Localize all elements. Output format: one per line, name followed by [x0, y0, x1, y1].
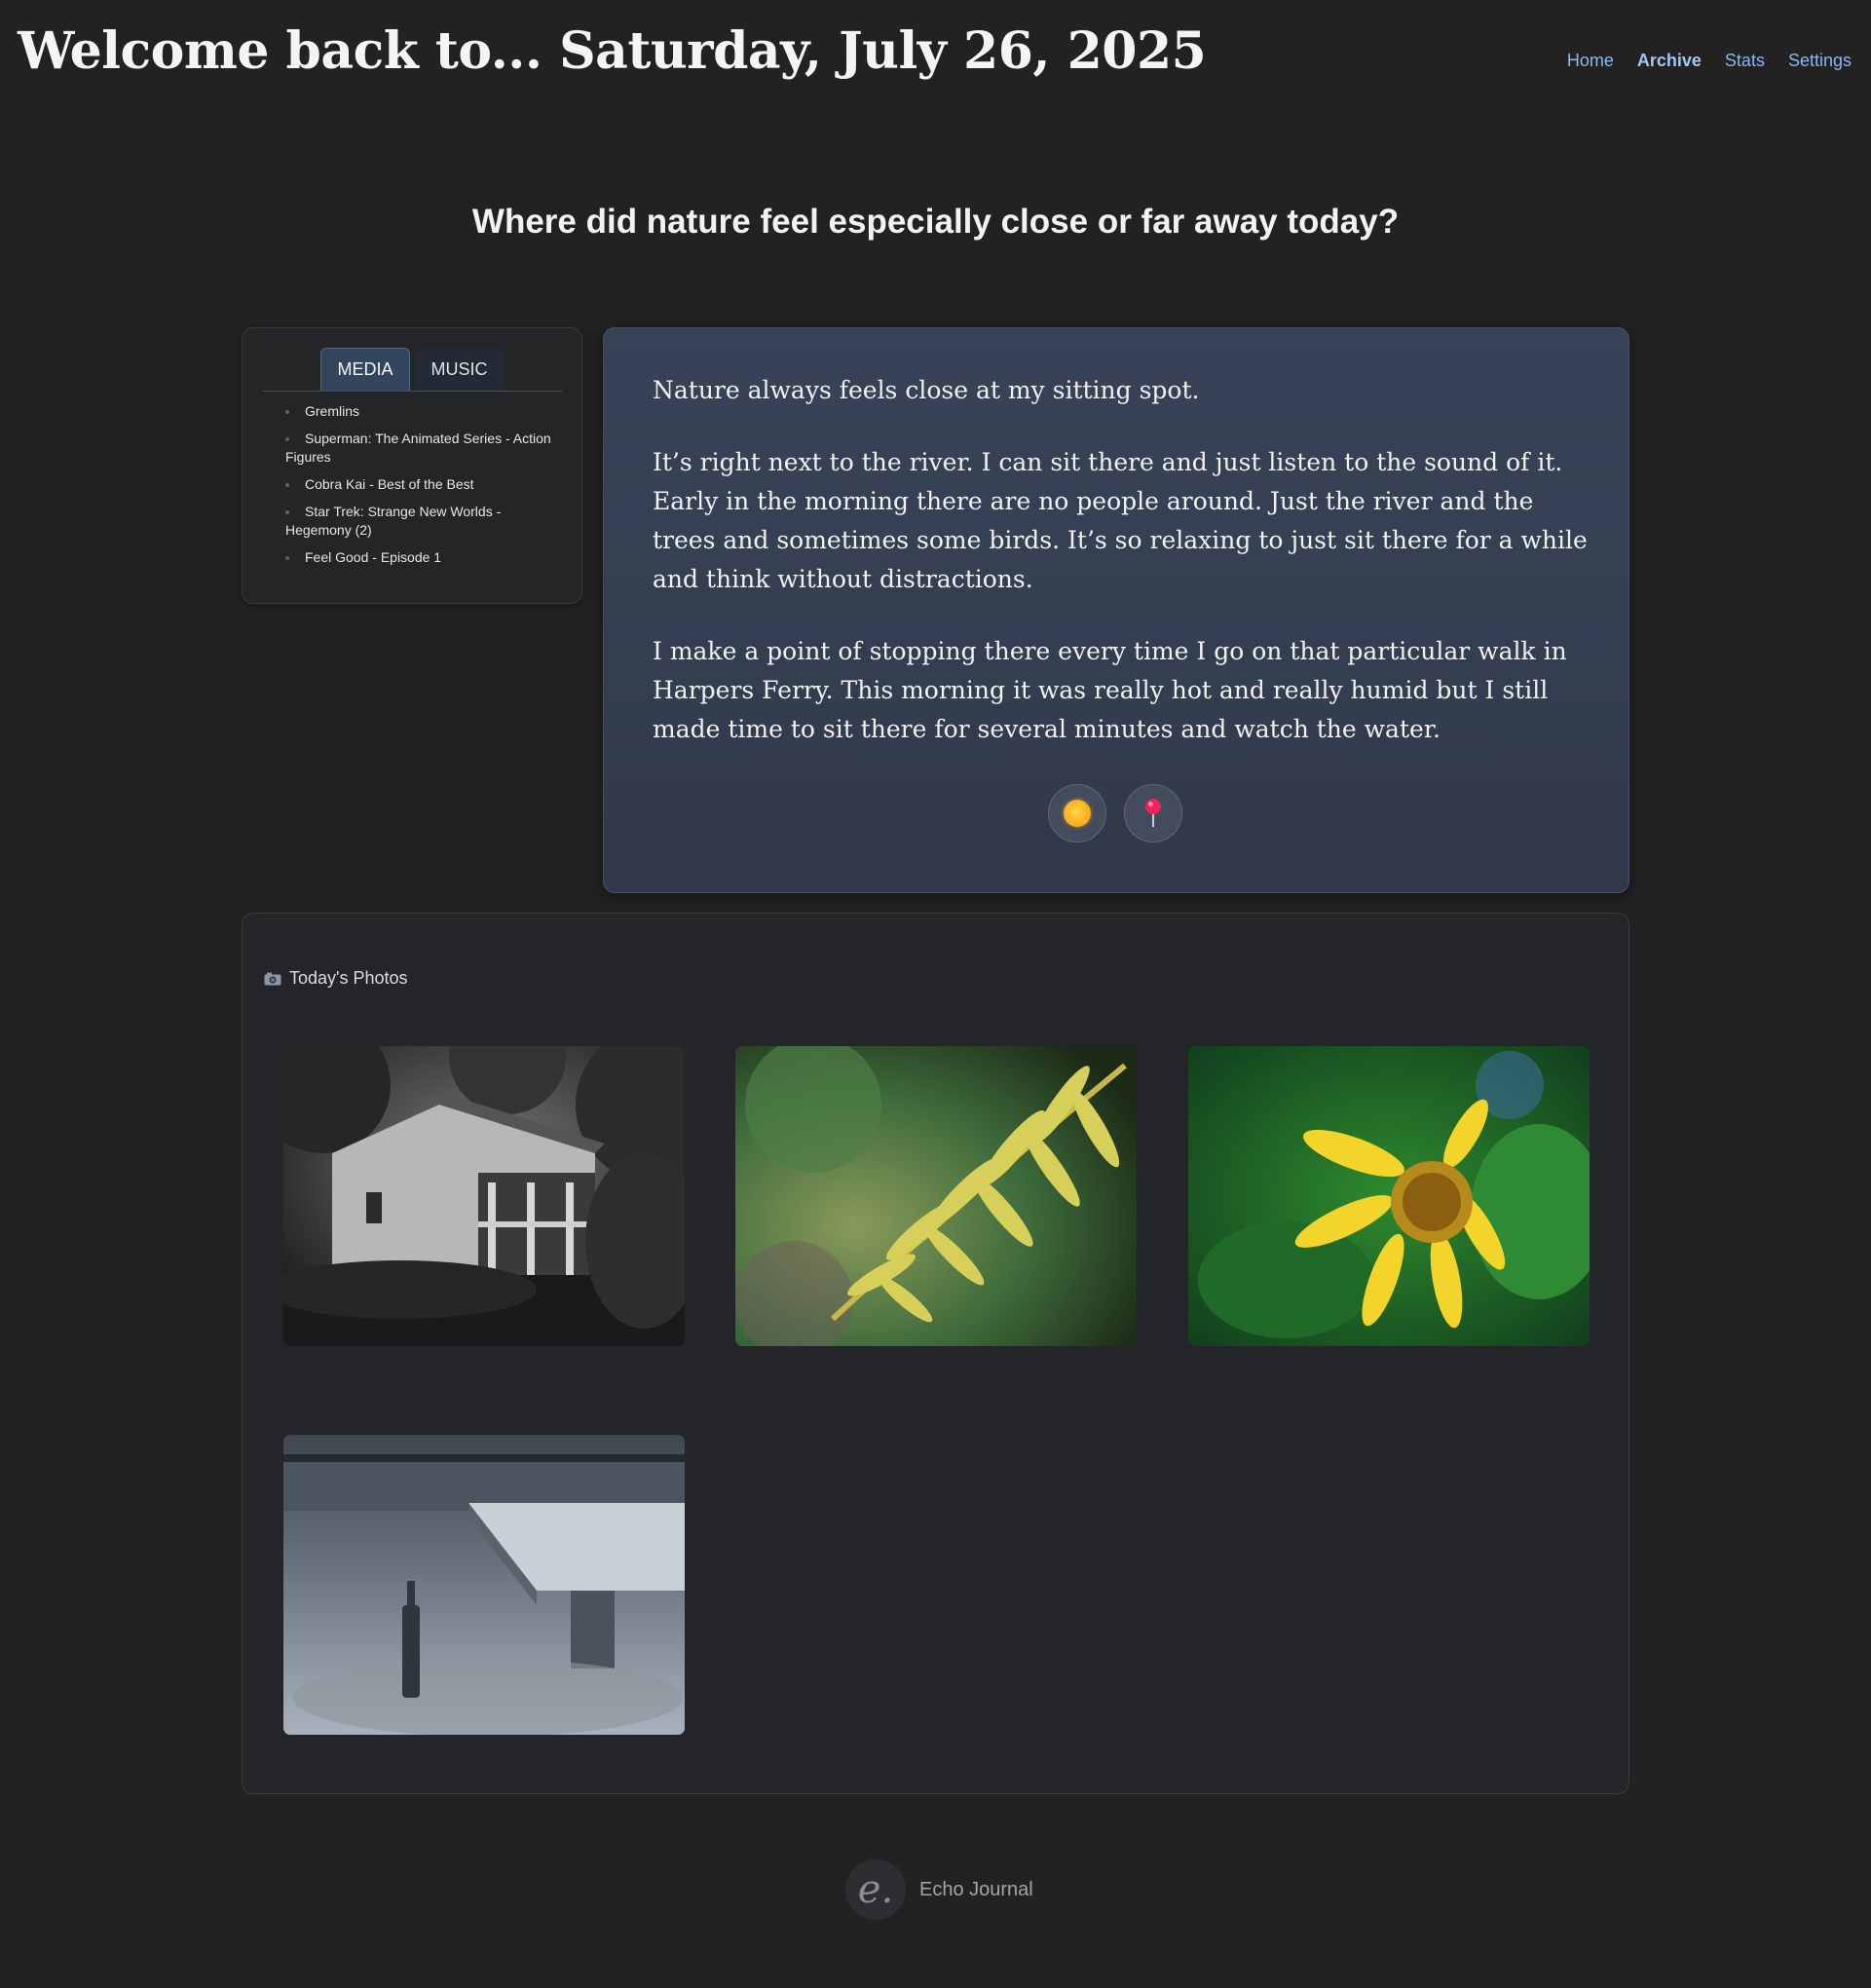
- list-item: Cobra Kai - Best of the Best: [285, 475, 562, 494]
- entry-paragraph: Nature always feels close at my sitting …: [653, 376, 1200, 404]
- entry-paragraph: It’s right next to the river. I can sit …: [653, 448, 1588, 593]
- nav-archive-link[interactable]: Archive: [1637, 51, 1702, 71]
- photos-heading: Today's Photos: [264, 968, 408, 989]
- pin-icon: [1145, 799, 1161, 827]
- photos-title: Today's Photos: [289, 968, 408, 988]
- media-panel: MEDIA MUSIC Gremlins Superman: The Anima…: [242, 327, 582, 604]
- page-title: Welcome back to... Saturday, July 26, 20…: [18, 21, 1207, 81]
- nav-settings-link[interactable]: Settings: [1788, 51, 1852, 71]
- photos-panel: Today's Photos: [242, 913, 1629, 1794]
- fern-photo[interactable]: [735, 1046, 1137, 1346]
- sun-icon: [1064, 800, 1091, 827]
- nav-stats-link[interactable]: Stats: [1725, 51, 1765, 71]
- list-item: Feel Good - Episode 1: [285, 548, 562, 567]
- tab-media[interactable]: MEDIA: [320, 348, 410, 391]
- list-item: Star Trek: Strange New Worlds - Hegemony…: [285, 503, 562, 540]
- yellow-flower-photo[interactable]: [1188, 1046, 1590, 1346]
- media-tabs: MEDIA MUSIC: [262, 348, 562, 392]
- camera-icon: [264, 972, 281, 985]
- journal-entry-card: Nature always feels close at my sitting …: [603, 327, 1629, 893]
- header: Welcome back to... Saturday, July 26, 20…: [0, 0, 1871, 117]
- echo-journal-logo[interactable]: e.: [845, 1859, 906, 1920]
- tab-music[interactable]: MUSIC: [415, 348, 504, 391]
- old-house-photo[interactable]: [283, 1046, 685, 1346]
- media-list: Gremlins Superman: The Animated Series -…: [285, 402, 562, 576]
- top-nav: Home Archive Stats Settings: [1567, 51, 1852, 71]
- location-button[interactable]: [1124, 784, 1182, 843]
- nav-home-link[interactable]: Home: [1567, 51, 1614, 71]
- bench-bottle-photo[interactable]: [283, 1435, 685, 1735]
- entry-actions: [1048, 784, 1182, 843]
- list-item: Superman: The Animated Series - Action F…: [285, 430, 562, 467]
- footer-app-name: Echo Journal: [919, 1878, 1033, 1900]
- footer: e. Echo Journal: [845, 1859, 1033, 1920]
- list-item: Gremlins: [285, 402, 562, 421]
- journal-prompt: Where did nature feel especially close o…: [471, 203, 1400, 241]
- entry-text: Nature always feels close at my sitting …: [653, 371, 1590, 782]
- weather-button[interactable]: [1048, 784, 1106, 843]
- entry-paragraph: I make a point of stopping there every t…: [653, 637, 1567, 743]
